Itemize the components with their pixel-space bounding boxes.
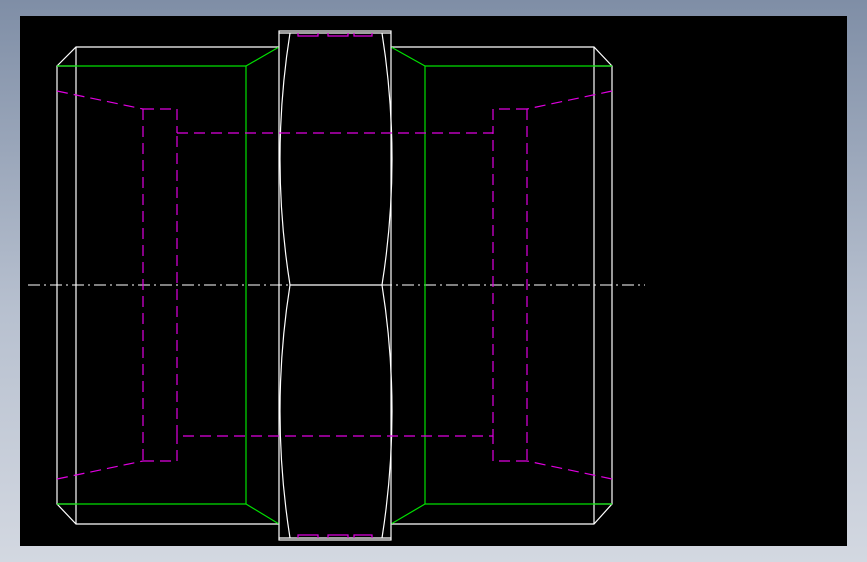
cad-drawing: [28, 30, 645, 541]
center-hex: [278, 30, 393, 541]
